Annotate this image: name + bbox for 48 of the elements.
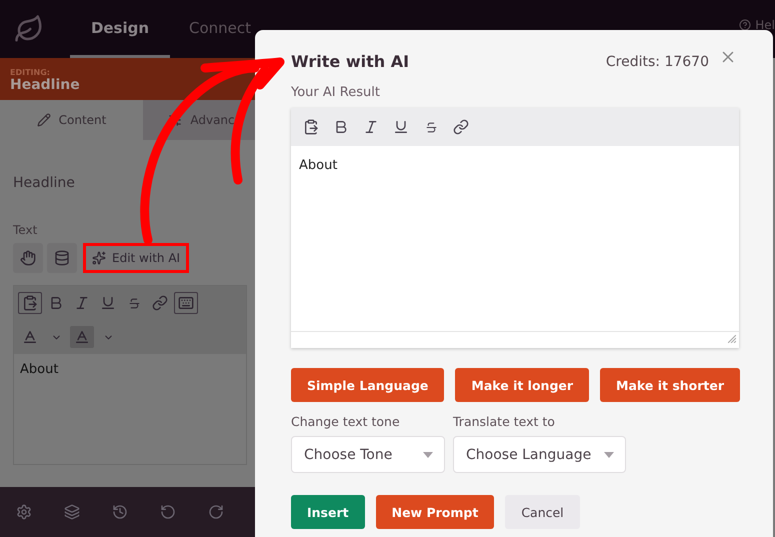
- text-label: Text: [13, 223, 38, 237]
- result-text: About: [291, 146, 739, 332]
- sliders-icon: [168, 113, 182, 127]
- help-label[interactable]: Hel: [755, 18, 775, 32]
- settings-icon[interactable]: [16, 504, 32, 520]
- dialog-button[interactable]: New Prompt: [376, 495, 494, 529]
- database-button[interactable]: [47, 243, 77, 273]
- dropdown-field[interactable]: Choose Tone: [291, 436, 445, 473]
- section-title: Headline: [13, 175, 76, 191]
- hand-icon: [20, 250, 36, 266]
- select-label: Translate text to: [453, 414, 556, 429]
- leaf-logo-icon: [14, 14, 44, 44]
- pencil-icon: [36, 113, 51, 127]
- dialog-button[interactable]: Insert: [291, 495, 365, 529]
- help-icon[interactable]: [739, 19, 752, 31]
- database-icon: [54, 250, 70, 266]
- result-label: Your AI Result: [291, 85, 381, 100]
- keyboard-icon[interactable]: [178, 295, 194, 311]
- dialog-title: Write with AI: [291, 52, 410, 71]
- select-label: Change text tone: [291, 414, 401, 429]
- sparkles-icon: [92, 251, 106, 265]
- rewrite-button[interactable]: Make it shorter: [600, 368, 740, 402]
- dropdown-field[interactable]: Choose Language: [453, 436, 626, 473]
- credits-count: Credits: 17670: [606, 54, 709, 70]
- underline-icon[interactable]: [393, 119, 409, 135]
- redo-icon[interactable]: [208, 504, 224, 520]
- caret-icon[interactable]: [423, 452, 433, 458]
- rewrite-button[interactable]: Simple Language: [291, 368, 444, 402]
- text-editor[interactable]: About: [13, 285, 247, 465]
- editing-caption: EDITING:: [10, 68, 51, 77]
- layers-icon[interactable]: [64, 504, 80, 520]
- undo-icon[interactable]: [160, 504, 176, 520]
- edit-with-ai-button[interactable]: Edit with AI: [83, 243, 190, 273]
- highlight-color-icon[interactable]: [74, 329, 90, 345]
- resize-grip-icon[interactable]: [728, 335, 736, 343]
- strikethrough-icon[interactable]: [424, 120, 438, 134]
- caret-icon[interactable]: [604, 452, 614, 458]
- rewrite-button[interactable]: Make it longer: [455, 368, 590, 402]
- link-icon[interactable]: [453, 119, 469, 135]
- hand-button[interactable]: [13, 243, 43, 273]
- result-editor[interactable]: About: [291, 108, 739, 348]
- paste-icon[interactable]: [303, 119, 319, 135]
- history-icon[interactable]: [112, 504, 128, 520]
- text-color-icon[interactable]: [22, 329, 38, 345]
- italic-icon[interactable]: [363, 119, 379, 135]
- editor-text: About: [19, 361, 60, 379]
- dialog-button[interactable]: Cancel: [505, 495, 580, 529]
- editing-title: Headline: [10, 77, 81, 93]
